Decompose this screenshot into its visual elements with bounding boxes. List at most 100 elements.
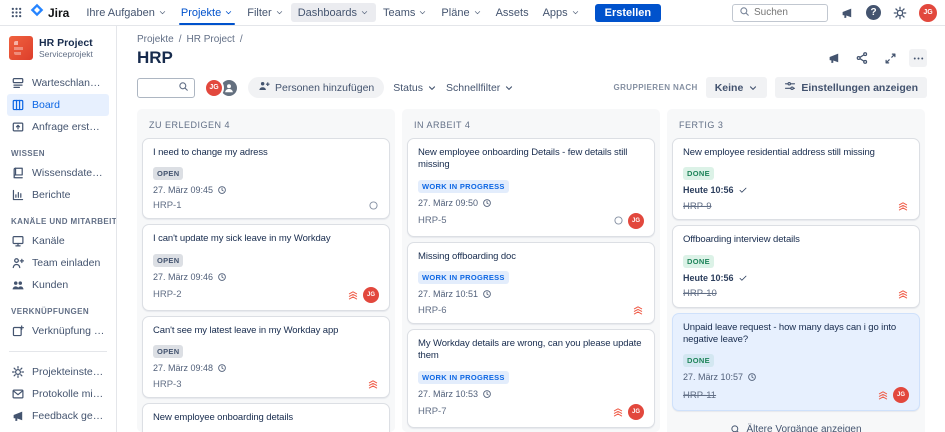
status-filter-dropdown[interactable]: Status: [393, 82, 437, 94]
assignee-avatar[interactable]: JG: [363, 287, 379, 303]
add-people-button[interactable]: Personen hinzufügen: [248, 77, 384, 98]
nav-item-assets[interactable]: Assets: [489, 0, 536, 25]
show-older-issues-link[interactable]: Ältere Vorgänge anzeigen: [672, 416, 920, 432]
chevron-down-icon: [158, 8, 167, 17]
chevron-down-icon: [748, 83, 758, 93]
app-switcher-icon[interactable]: [6, 3, 26, 23]
nav-item-projekte[interactable]: Projekte: [174, 0, 240, 25]
sidebar-item-kunden[interactable]: Kunden: [7, 274, 109, 296]
priority-highest-icon: [632, 304, 644, 316]
chevron-down-icon: [224, 8, 233, 17]
announcement-icon[interactable]: [837, 3, 857, 23]
issue-card-hrp-10[interactable]: Offboarding interview detailsDONEHeute 1…: [672, 225, 920, 307]
issue-card-hrp-1[interactable]: I need to change my adressOPEN27. März 0…: [142, 138, 390, 219]
sidebar-item-protokolle-mit-kundenbe[interactable]: Protokolle mit Kundenbe...: [7, 383, 109, 405]
column-title: FERTIG: [679, 120, 715, 130]
sidebar-item-team-einladen[interactable]: Team einladen: [7, 252, 109, 274]
sidebar-item-label: Kanäle: [32, 235, 65, 247]
sidebar-item-wissensdatenbank[interactable]: Wissensdatenbank: [7, 162, 109, 184]
settings-gear-icon[interactable]: [890, 3, 910, 23]
search-input[interactable]: [754, 7, 821, 18]
jira-logo-text: Jira: [48, 6, 69, 20]
sidebar-item-anfrage-erstellen[interactable]: Anfrage erstellen: [7, 116, 109, 138]
chevron-down-icon: [504, 83, 514, 93]
sidebar-item-warteschlangen[interactable]: Warteschlangen: [7, 72, 109, 94]
channels-icon: [11, 234, 25, 248]
nav-item-teams[interactable]: Teams: [376, 0, 434, 25]
chevron-down-icon: [275, 8, 284, 17]
issue-title: Missing offboarding doc: [418, 251, 644, 263]
feedback-icon: [11, 409, 25, 423]
status-badge: OPEN: [153, 254, 183, 267]
project-header[interactable]: HR Project Serviceprojekt: [7, 36, 109, 72]
issue-date: 27. März 09:45: [153, 185, 379, 195]
sidebar-item-board[interactable]: Board: [7, 94, 109, 116]
sidebar-item-verknüpfung-hinzufügen[interactable]: Verknüpfung hinzufügen: [7, 320, 109, 342]
column-count: 4: [225, 120, 231, 130]
sidebar-item-projekteinstellungen[interactable]: Projekteinstellungen: [7, 361, 109, 383]
issue-date: Heute 10:56: [683, 273, 909, 283]
search-icon: [739, 4, 750, 22]
issue-title: I can't update my sick leave in my Workd…: [153, 233, 379, 245]
issue-card-hrp-11[interactable]: Unpaid leave request - how many days can…: [672, 313, 920, 412]
feedback-megaphone-icon[interactable]: [825, 49, 843, 67]
board-search[interactable]: [137, 78, 195, 98]
sidebar-item-kanäle[interactable]: Kanäle: [7, 230, 109, 252]
assignee-avatar[interactable]: JG: [893, 387, 909, 403]
issue-card-hrp-3[interactable]: Can't see my latest leave in my Workday …: [142, 316, 390, 398]
top-navigation: Jira Ihre Aufgaben Projekte Filter Dashboar…: [0, 0, 945, 26]
sidebar-item-label: Berichte: [32, 189, 71, 201]
breadcrumb-projects[interactable]: Projekte: [137, 34, 174, 45]
clock-icon: [482, 289, 492, 299]
raise-request-icon: [11, 120, 25, 134]
jira-logo[interactable]: Jira: [28, 3, 77, 22]
clock-icon: [482, 389, 492, 399]
nav-item-filter[interactable]: Filter: [240, 0, 290, 25]
nav-item-label: Pläne: [441, 7, 469, 19]
nav-item-label: Dashboards: [298, 7, 357, 19]
help-icon[interactable]: ?: [866, 5, 881, 20]
issue-card-hrp-6[interactable]: Missing offboarding docWORK IN PROGRESS2…: [407, 242, 655, 324]
sidebar-item-berichte[interactable]: Berichte: [7, 184, 109, 206]
issue-card-hrp-2[interactable]: I can't update my sick leave in my Workd…: [142, 224, 390, 310]
sidebar-item-label: Board: [32, 99, 60, 111]
global-search[interactable]: [732, 4, 828, 22]
share-icon[interactable]: [853, 49, 871, 67]
project-name: HR Project: [39, 37, 93, 50]
nav-item-pläne[interactable]: Pläne: [434, 0, 488, 25]
sidebar-section-heading: KANÄLE UND MITARBEITER: [11, 217, 105, 226]
issue-key: HRP-7: [418, 406, 447, 417]
group-by-label: GRUPPIEREN NACH: [613, 83, 697, 92]
board-search-input[interactable]: [143, 82, 178, 93]
sidebar-item-feedback-geben[interactable]: Feedback geben: [7, 405, 109, 427]
member-avatar[interactable]: JG: [204, 78, 224, 98]
breadcrumb-project[interactable]: HR Project: [186, 34, 234, 45]
create-button[interactable]: Erstellen: [595, 4, 661, 22]
assignee-avatar[interactable]: JG: [628, 404, 644, 420]
nav-item-apps[interactable]: Apps: [536, 0, 587, 25]
project-avatar: [9, 36, 33, 60]
issue-card-hrp-5[interactable]: New employee onboarding Details - few de…: [407, 138, 655, 237]
more-actions-icon[interactable]: [909, 49, 927, 67]
issue-card-hrp-9[interactable]: New employee residential address still m…: [672, 138, 920, 220]
fullscreen-icon[interactable]: [881, 49, 899, 67]
issue-card-hrp-4[interactable]: New employee onboarding detailsOPEN27. M…: [142, 403, 390, 432]
issue-date: 27. März 09:46: [153, 272, 379, 282]
nav-item-dashboards[interactable]: Dashboards: [291, 3, 376, 22]
nav-item-label: Ihre Aufgaben: [86, 7, 155, 19]
user-avatar[interactable]: JG: [919, 4, 937, 22]
nav-item-ihre-aufgaben[interactable]: Ihre Aufgaben: [79, 0, 174, 25]
assignee-avatar[interactable]: JG: [628, 213, 644, 229]
group-by-dropdown[interactable]: Keine: [706, 77, 768, 98]
issue-card-hrp-7[interactable]: My Workday details are wrong, can you pl…: [407, 329, 655, 428]
view-settings-button[interactable]: Einstellungen anzeigen: [775, 77, 927, 98]
nav-item-label: Projekte: [181, 7, 221, 19]
issue-date: 27. März 09:50: [418, 198, 644, 208]
board-column-in-arbeit: IN ARBEIT 4New employee onboarding Detai…: [402, 109, 660, 432]
page-title: HRP: [137, 48, 173, 68]
project-type: Serviceprojekt: [39, 49, 93, 59]
sidebar-section-heading: VERKNÜPFUNGEN: [11, 307, 105, 316]
quickfilter-dropdown[interactable]: Schnellfilter: [446, 82, 514, 94]
status-badge: OPEN: [153, 345, 183, 358]
check-icon: [738, 273, 748, 283]
